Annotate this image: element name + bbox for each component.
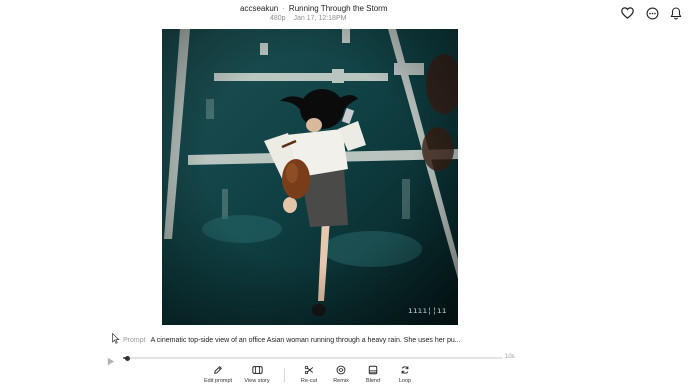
loop-button[interactable]: Loop	[390, 364, 420, 384]
title-separator: ·	[282, 4, 285, 13]
edit-prompt-label: Edit prompt	[203, 378, 233, 384]
progress-knob[interactable]	[124, 355, 130, 361]
progress-track[interactable]	[123, 355, 503, 361]
video-watermark: ıııı¦¦ıı	[408, 306, 447, 315]
prompt-label: Prompt	[123, 337, 146, 344]
play-icon[interactable]	[106, 353, 115, 366]
blend-button[interactable]: Blend	[358, 364, 388, 384]
pencil-icon	[212, 364, 224, 376]
view-story-button[interactable]: View story	[240, 364, 274, 384]
resolution-label: 480p	[270, 15, 286, 22]
video-player-frame[interactable]: ıııı¦¦ıı	[162, 29, 458, 325]
loop-icon	[399, 364, 411, 376]
mouse-cursor-icon	[112, 331, 120, 344]
notifications-bell-icon[interactable]	[669, 6, 683, 20]
video-frame-artwork: ıııı¦¦ıı	[162, 29, 458, 325]
blend-label: Blend	[365, 378, 381, 384]
edit-prompt-button[interactable]: Edit prompt	[196, 364, 240, 384]
more-options-icon[interactable]	[645, 6, 659, 20]
toolbar-divider	[284, 368, 285, 382]
blend-icon	[367, 364, 379, 376]
duration-label: 10s	[505, 354, 515, 360]
loop-label: Loop	[398, 378, 412, 384]
recut-label: Re-cut	[300, 378, 318, 384]
playback-controls: 10s	[106, 352, 516, 366]
meta-line: 480p Jan 17, 12:18PM	[270, 15, 346, 22]
prompt-text[interactable]: A cinematic top-side view of an office A…	[151, 337, 461, 344]
storyboard-icon	[251, 364, 263, 376]
timestamp-label: Jan 17, 12:18PM	[293, 15, 347, 22]
recut-button[interactable]: Re-cut	[294, 364, 324, 384]
video-title: Running Through the Storm	[288, 4, 388, 13]
title-line: accseakun · Running Through the Storm	[240, 4, 388, 13]
view-story-label: View story	[244, 378, 270, 384]
remix-icon	[335, 364, 347, 376]
heart-icon[interactable]	[620, 6, 634, 20]
remix-label: Remix	[333, 378, 349, 384]
prompt-row[interactable]: Prompt A cinematic top-side view of an of…	[123, 337, 461, 344]
scissors-icon	[303, 364, 315, 376]
username-link[interactable]: accseakun	[240, 4, 278, 13]
action-toolbar: Edit prompt View story Re-cut Remix Blen…	[196, 364, 426, 388]
video-header: accseakun · Running Through the Storm 480p…	[0, 0, 690, 28]
remix-button[interactable]: Remix	[326, 364, 356, 384]
top-actions	[620, 6, 690, 22]
